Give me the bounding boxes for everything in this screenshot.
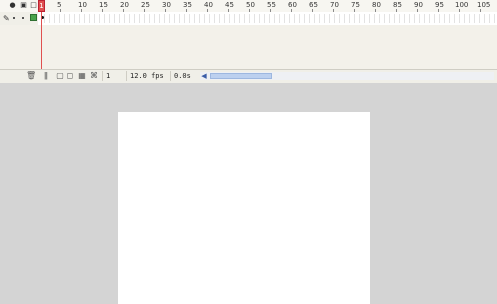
ruler-label: 35 (183, 1, 192, 9)
ruler-label: 10 (78, 1, 87, 9)
onion-skin-icon[interactable]: ▢ (55, 71, 65, 81)
ruler-label: 40 (204, 1, 213, 9)
playhead-frame-label: 1 (39, 2, 44, 10)
ruler-label: 45 (225, 1, 234, 9)
elapsed-time-field: 0.0s (170, 71, 200, 81)
frame-cells[interactable] (40, 14, 495, 23)
ruler-label: 90 (414, 1, 423, 9)
ruler-label: 60 (288, 1, 297, 9)
center-frame-icon[interactable]: ǁ (41, 71, 51, 81)
stage-canvas[interactable] (118, 112, 370, 304)
ruler-label: 55 (267, 1, 276, 9)
ruler-label: 65 (309, 1, 318, 9)
ruler-label: 105 (477, 1, 491, 9)
eye-icon[interactable]: ● (9, 2, 16, 9)
ruler-label: 100 (455, 1, 469, 9)
scrollbar-thumb[interactable] (210, 73, 272, 79)
lock-icon[interactable]: ▣ (20, 2, 27, 9)
timeline-horizontal-scrollbar[interactable]: ◀ (200, 72, 494, 80)
ruler-label: 85 (393, 1, 402, 9)
ruler-label: 30 (162, 1, 171, 9)
ruler-label: 95 (435, 1, 444, 9)
delete-layer-icon[interactable]: 🗑 (26, 71, 36, 81)
ruler-label: 70 (330, 1, 339, 9)
pencil-icon[interactable]: ✎ (3, 14, 10, 23)
layer-color-swatch[interactable] (30, 14, 37, 21)
timeline-panel: ● ▣ □ 1 5 10 15 20 25 30 35 40 45 50 55 … (0, 0, 497, 83)
outline-icon[interactable]: □ (30, 2, 37, 9)
timeline-status-bar: 🗑 ǁ ▢ ◻ ▦ ⌘ 1 12.0 fps 0.0s ◀ (0, 69, 497, 83)
onion-skin-outlines-icon[interactable]: ◻ (65, 71, 75, 81)
ruler-label: 80 (372, 1, 381, 9)
ruler-label: 15 (99, 1, 108, 9)
layer-controls[interactable]: ✎ (0, 12, 38, 25)
ruler-label: 20 (120, 1, 129, 9)
modify-onion-markers-icon[interactable]: ⌘ (89, 71, 99, 81)
lock-dot[interactable] (22, 17, 24, 19)
visibility-dot[interactable] (13, 17, 15, 19)
current-frame-field: 1 (102, 71, 126, 81)
ruler-label: 75 (351, 1, 360, 9)
ruler-label: 50 (246, 1, 255, 9)
frame-rate-field: 12.0 fps (126, 71, 168, 81)
scroll-left-icon[interactable]: ◀ (200, 72, 208, 80)
ruler-label: 25 (141, 1, 150, 9)
playhead-handle[interactable]: 1 (38, 0, 45, 12)
edit-multiple-frames-icon[interactable]: ▦ (77, 71, 87, 81)
